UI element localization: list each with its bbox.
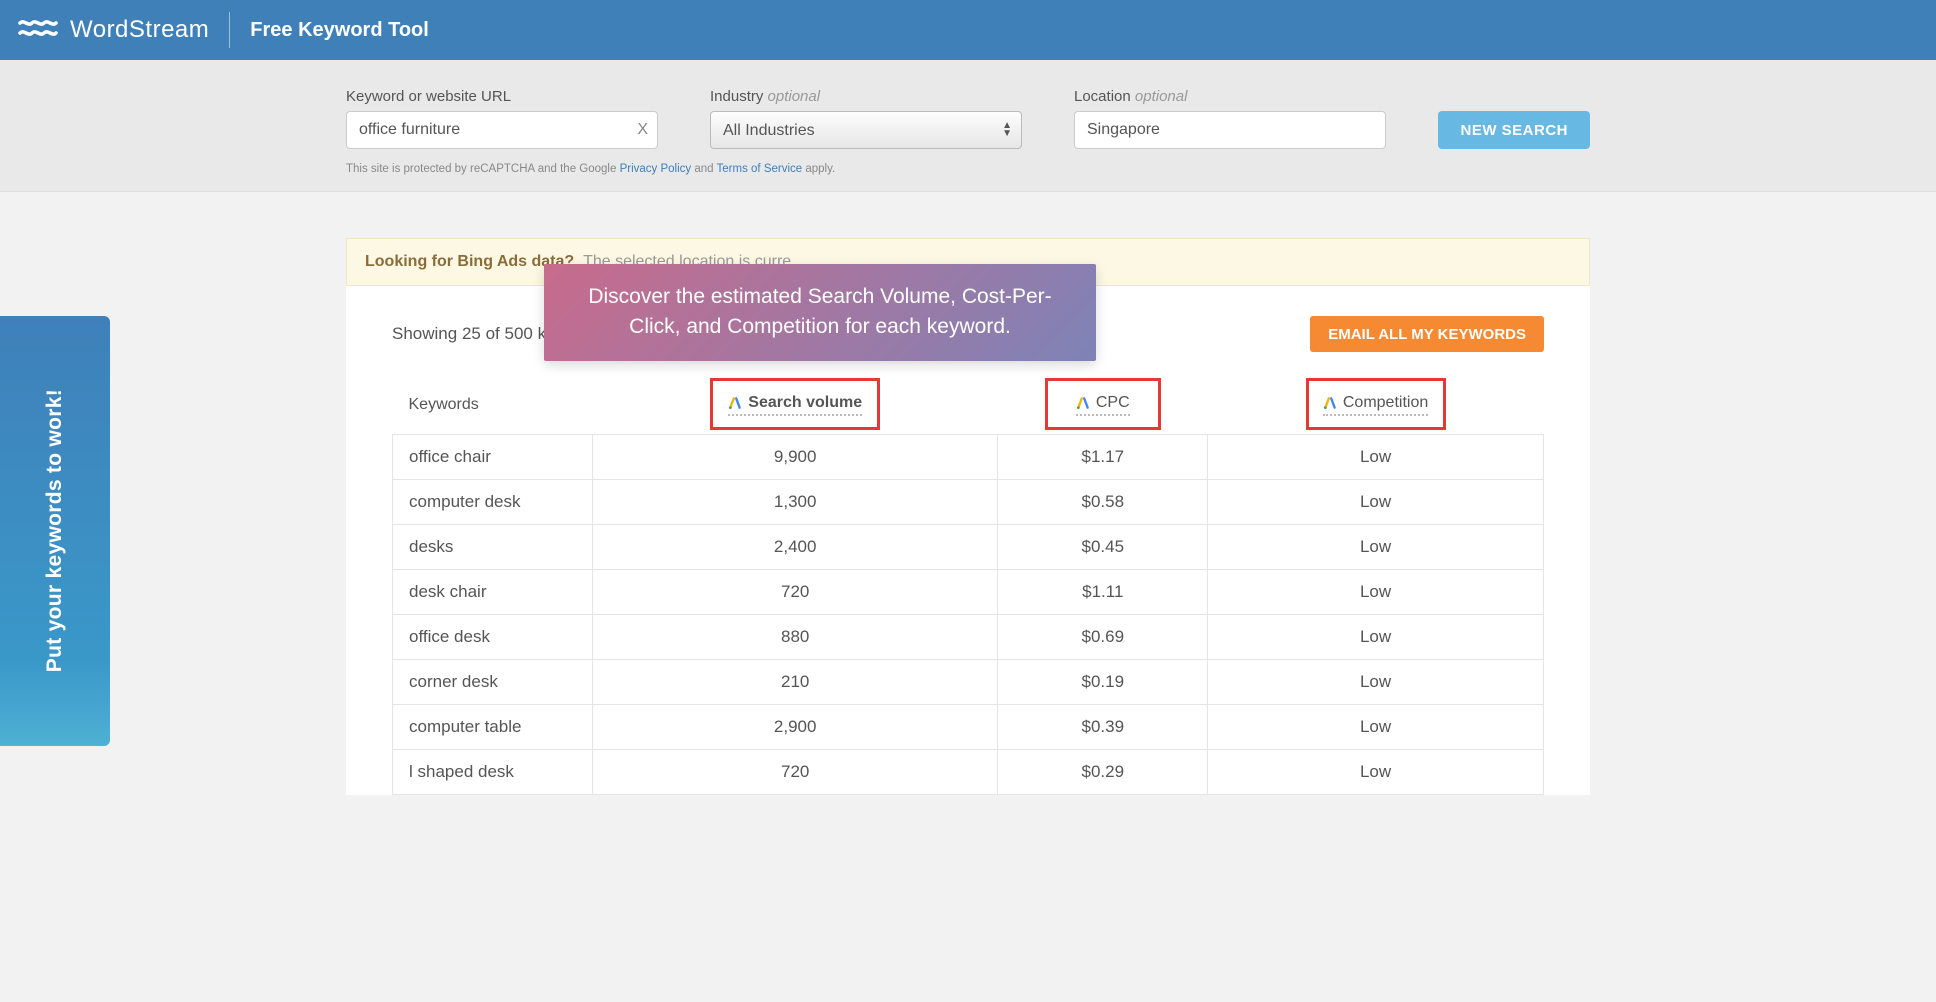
keyword-input[interactable] [346, 111, 658, 149]
cell-competition: Low [1208, 750, 1544, 795]
table-row: desk chair720$1.11Low [393, 570, 1544, 615]
cell-cpc: $0.39 [998, 705, 1208, 750]
divider [229, 12, 230, 48]
cell-volume: 9,900 [593, 435, 998, 480]
search-form: Keyword or website URL X Industry option… [0, 60, 1936, 192]
cell-cpc: $0.29 [998, 750, 1208, 795]
location-input[interactable] [1074, 111, 1386, 149]
cell-cpc: $0.45 [998, 525, 1208, 570]
cell-keyword: corner desk [393, 660, 593, 705]
cell-competition: Low [1208, 435, 1544, 480]
cell-keyword: office desk [393, 615, 593, 660]
side-cta-tab[interactable]: Put your keywords to work! [0, 316, 110, 746]
cell-keyword: l shaped desk [393, 750, 593, 795]
cell-volume: 2,900 [593, 705, 998, 750]
location-field-group: Location optional [1074, 88, 1386, 149]
bing-alert-lead: Looking for Bing Ads data? [365, 253, 574, 270]
recaptcha-notice: This site is protected by reCAPTCHA and … [346, 163, 1590, 175]
cell-volume: 720 [593, 570, 998, 615]
email-keywords-button[interactable]: EMAIL ALL MY KEYWORDS [1310, 316, 1544, 352]
cell-volume: 2,400 [593, 525, 998, 570]
table-row: computer table2,900$0.39Low [393, 705, 1544, 750]
industry-label: Industry optional [710, 88, 1022, 105]
cell-volume: 720 [593, 750, 998, 795]
cell-volume: 210 [593, 660, 998, 705]
cell-volume: 880 [593, 615, 998, 660]
google-ads-icon [1323, 396, 1337, 410]
cell-keyword: office chair [393, 435, 593, 480]
cell-competition: Low [1208, 660, 1544, 705]
clear-icon[interactable]: X [637, 121, 648, 139]
table-row: desks2,400$0.45Low [393, 525, 1544, 570]
cell-keyword: computer table [393, 705, 593, 750]
brand-text: WordStream [70, 16, 209, 44]
cell-competition: Low [1208, 615, 1544, 660]
industry-field-group: Industry optional All Industries ▲▼ [710, 88, 1022, 149]
col-search-volume[interactable]: Search volume [593, 382, 998, 435]
table-row: corner desk210$0.19Low [393, 660, 1544, 705]
new-search-button[interactable]: NEW SEARCH [1438, 111, 1590, 149]
callout-text: Discover the estimated Search Volume, Co… [588, 285, 1051, 338]
app-title: Free Keyword Tool [250, 19, 429, 42]
keyword-field-group: Keyword or website URL X [346, 88, 658, 149]
top-bar: WordStream Free Keyword Tool [0, 0, 1936, 60]
keyword-label: Keyword or website URL [346, 88, 658, 105]
cell-volume: 1,300 [593, 480, 998, 525]
cell-competition: Low [1208, 705, 1544, 750]
side-cta-text: Put your keywords to work! [43, 389, 67, 672]
col-competition[interactable]: Competition [1208, 382, 1544, 435]
table-row: l shaped desk720$0.29Low [393, 750, 1544, 795]
cell-keyword: computer desk [393, 480, 593, 525]
callout-tooltip: Discover the estimated Search Volume, Co… [544, 264, 1096, 361]
wave-icon [18, 15, 60, 46]
terms-link[interactable]: Terms of Service [717, 163, 803, 175]
cell-competition: Low [1208, 570, 1544, 615]
cell-cpc: $0.19 [998, 660, 1208, 705]
cell-cpc: $1.11 [998, 570, 1208, 615]
results-card: Showing 25 of 500 keywords for office fu… [346, 286, 1590, 795]
cell-competition: Low [1208, 525, 1544, 570]
cell-keyword: desks [393, 525, 593, 570]
keywords-table: Keywords Search volume [392, 382, 1544, 795]
cell-competition: Low [1208, 480, 1544, 525]
brand-logo[interactable]: WordStream [18, 15, 209, 46]
cell-keyword: desk chair [393, 570, 593, 615]
col-cpc[interactable]: CPC [998, 382, 1208, 435]
col-keywords[interactable]: Keywords [393, 382, 593, 435]
google-ads-icon [728, 396, 742, 410]
location-label: Location optional [1074, 88, 1386, 105]
industry-select[interactable]: All Industries [710, 111, 1022, 149]
privacy-link[interactable]: Privacy Policy [620, 163, 692, 175]
table-row: office desk880$0.69Low [393, 615, 1544, 660]
cell-cpc: $0.69 [998, 615, 1208, 660]
google-ads-icon [1076, 396, 1090, 410]
table-row: computer desk1,300$0.58Low [393, 480, 1544, 525]
cell-cpc: $1.17 [998, 435, 1208, 480]
table-row: office chair9,900$1.17Low [393, 435, 1544, 480]
cell-cpc: $0.58 [998, 480, 1208, 525]
